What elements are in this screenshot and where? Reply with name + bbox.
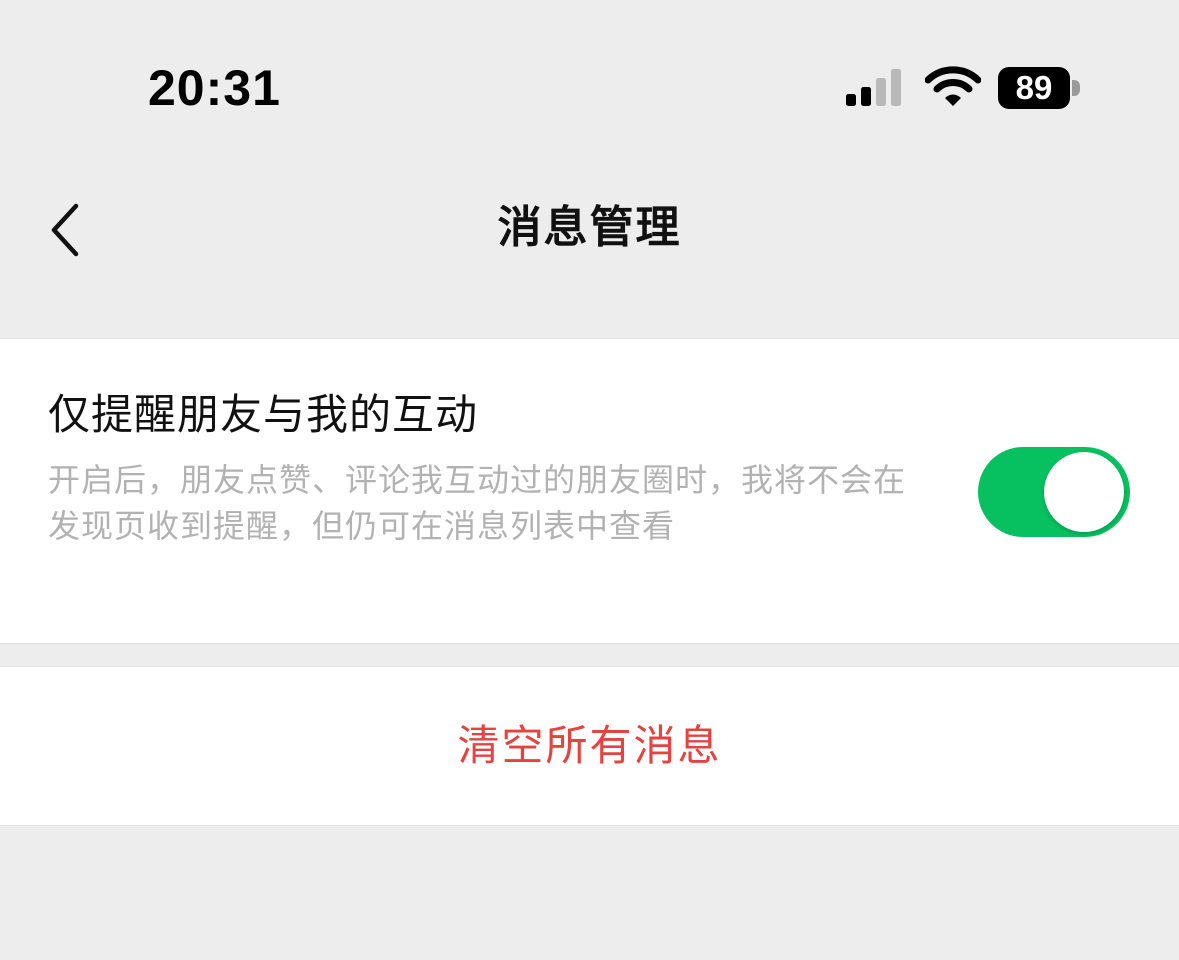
navigation-bar: 消息管理 <box>0 150 1179 310</box>
setting-title: 仅提醒朋友与我的互动 <box>48 390 479 439</box>
status-time: 20:31 <box>148 60 281 116</box>
battery-level: 89 <box>1015 69 1053 106</box>
signal-icon <box>846 69 901 106</box>
settings-card: 仅提醒朋友与我的互动 开启后，朋友点赞、评论我互动过的朋友圈时，我将不会在发现页… <box>0 338 1179 644</box>
battery-icon: 89 <box>998 67 1070 109</box>
interaction-only-toggle[interactable] <box>978 447 1130 537</box>
wifi-icon <box>925 66 981 106</box>
battery-cap <box>1072 80 1080 96</box>
page-title: 消息管理 <box>497 202 682 253</box>
setting-description: 开启后，朋友点赞、评论我互动过的朋友圈时，我将不会在发现页收到提醒，但仍可在消息… <box>48 461 907 545</box>
clear-all-messages-button[interactable]: 清空所有消息 <box>0 667 1179 825</box>
status-bar: 20:31 89 <box>0 0 1179 150</box>
toggle-knob <box>1044 452 1124 532</box>
message-management-screen: 20:31 89 消息管理 仅提醒朋友与我的互动 开启后，朋友点赞、评论我互动过… <box>0 0 1179 960</box>
clear-messages-card: 清空所有消息 <box>0 666 1179 826</box>
